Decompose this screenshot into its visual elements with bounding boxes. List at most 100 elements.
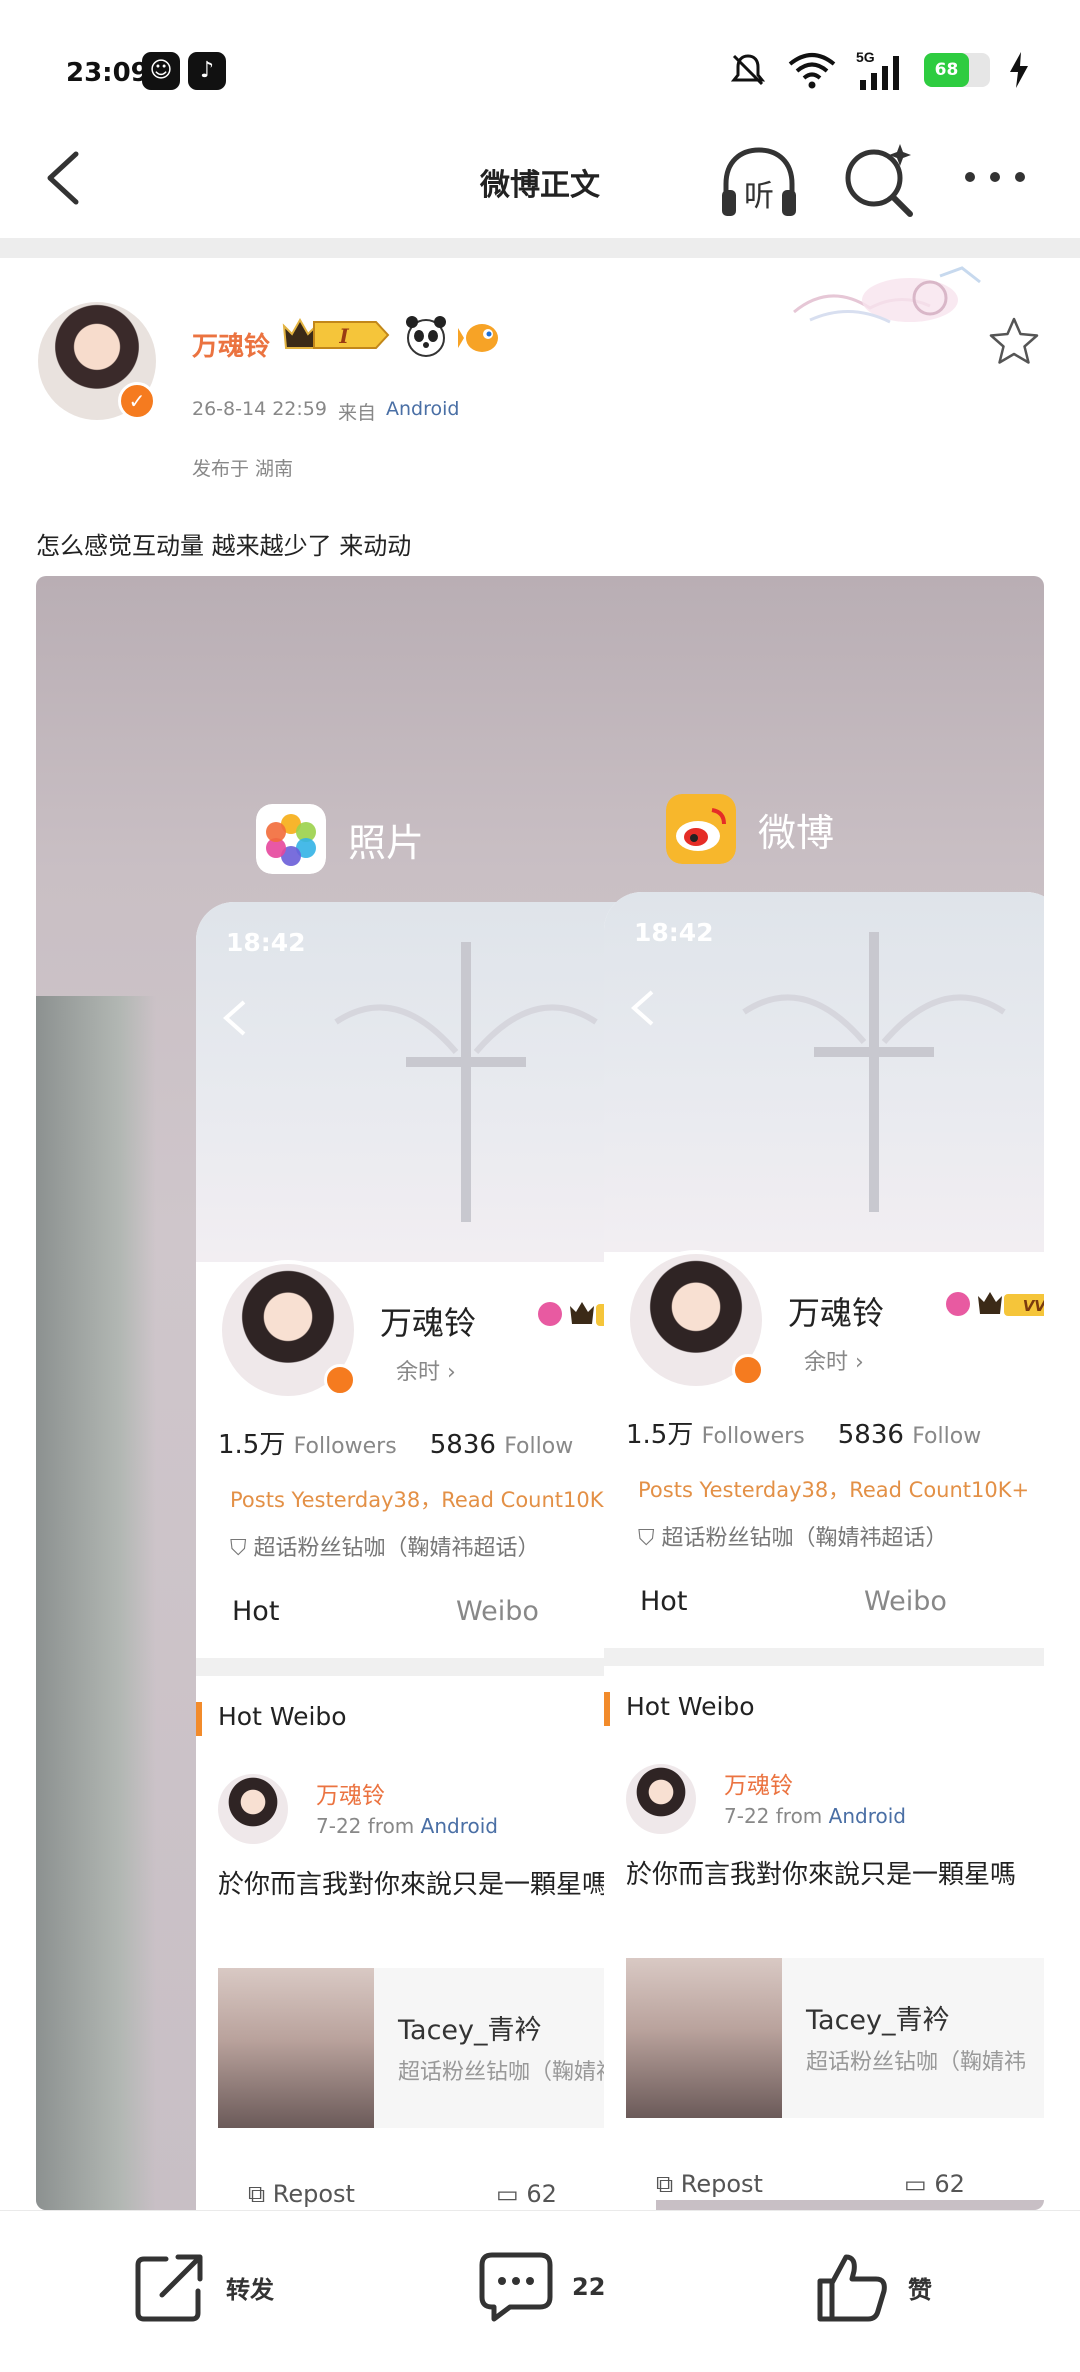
card-hot-weibo-title: Hot Weibo (626, 1692, 755, 1721)
card-follow-stats: 1.5万 Followers 5836 Follow (626, 1414, 981, 1451)
weibo-app-name: 微博 (758, 810, 835, 855)
cross-cover-art-icon (742, 932, 1006, 1212)
card-profile-name: 万魂铃 (380, 1304, 477, 1342)
post-source-link[interactable]: Android (386, 398, 459, 420)
panda-badge-icon (406, 316, 446, 357)
weibo-app-label: 微博 (666, 794, 834, 864)
tiktok-icon: ♪ (188, 52, 226, 90)
card-repost-box: Tacey_青衿 超话粉丝钻咖（鞠婧祎 (626, 1958, 1044, 2118)
follow-label: Follow (504, 1434, 574, 1459)
card-back-icon (222, 1000, 246, 1036)
post-location: 发布于 湖南 (192, 458, 294, 480)
card-profile-subtext: 余时 › (396, 1360, 456, 1385)
like-label: 赞 (908, 2275, 932, 2304)
fan-club-text: 超话粉丝钻咖（鞠婧祎超话） (253, 1536, 540, 1561)
card-repost-name: Tacey_青衿 (398, 2015, 542, 2046)
favorite-star-button[interactable] (986, 314, 1042, 370)
feed-source: Android (420, 1814, 498, 1838)
follow-count: 5836 (429, 1430, 496, 1460)
card-fan-club: ⛉ 超话粉丝钻咖（鞠婧祎超话） (638, 1526, 948, 1551)
fan-club-text: 超话粉丝钻咖（鞠婧祎超话） (661, 1526, 948, 1551)
card-repost-label: Repost (680, 2170, 763, 2198)
post-source-label: 来自 (338, 402, 377, 424)
photos-app-label: 照片 (256, 804, 424, 874)
card-comment-action: ▭ 62 (904, 2170, 965, 2198)
weibo-app-icon (666, 794, 736, 864)
card-feed-text: 於你而言我對你來說只是一顆星嗎 (626, 1860, 1017, 1890)
app-card-weibo[interactable]: 18:42 万魂铃 VVIP I 余时 › 1.5万 Followers 583… (604, 892, 1044, 2200)
hot-accent-bar (604, 1692, 610, 1726)
more-options-button[interactable] (960, 162, 1030, 192)
card-status-time: 18:42 (634, 918, 714, 947)
post-image[interactable]: 照片 微博 18:42 万魂铃 VVIP I 余时 › (36, 576, 1044, 2210)
hot-accent-bar (196, 1702, 202, 1736)
vip-level: I (338, 324, 349, 348)
followers-label: Followers (701, 1424, 805, 1449)
mute-bell-icon (730, 54, 766, 86)
repost-label: 转发 (226, 2275, 274, 2304)
comment-button[interactable]: 22 (478, 2247, 605, 2327)
followers-count: 1.5万 (626, 1420, 694, 1450)
thumbs-up-icon (817, 2254, 887, 2322)
photos-app-icon (256, 804, 326, 874)
card-comment-action: ▭ 62 (496, 2180, 557, 2208)
page-title: 微博正文 (480, 168, 600, 203)
status-bar: 23:09 ☺ ♪ 5G 68 (0, 0, 1080, 140)
verified-badge-icon: ✓ (118, 382, 156, 420)
signal-5g-icon: 5G (856, 49, 899, 90)
share-icon (135, 2254, 203, 2322)
comment-count: 22 (572, 2273, 606, 2301)
card-feed-name: 万魂铃 (316, 1783, 385, 1809)
card-status-time: 18:42 (226, 928, 306, 957)
vip-crown-badge-icon[interactable]: I (280, 314, 392, 356)
app-card-photos[interactable]: 18:42 万魂铃 VVIP I 余时 › 1.5万 Followers 583… (196, 902, 656, 2210)
card-repost-image (218, 1968, 374, 2128)
feed-source: Android (828, 1804, 906, 1828)
card-repost-name: Tacey_青衿 (806, 2005, 950, 2036)
repost-button[interactable]: 转发 (132, 2247, 274, 2327)
follow-label: Follow (912, 1424, 982, 1449)
post-text: 怎么感觉互动量 越来越少了 来动动 (36, 532, 412, 560)
battery-level: 68 (934, 60, 959, 80)
card-feed-time: 7-22 from Android (316, 1814, 498, 1838)
author-name[interactable]: 万魂铃 (192, 326, 270, 363)
card-repost-sub: 超话粉丝钻咖（鞠婧祎 (806, 2050, 1027, 2075)
card-comment-count: 62 (526, 2180, 557, 2208)
like-button[interactable]: 赞 (814, 2247, 932, 2327)
section-divider (0, 238, 1080, 258)
card-feed-avatar (626, 1764, 696, 1834)
search-button[interactable] (838, 140, 918, 220)
card-repost-action: ⧉ Repost (248, 2180, 355, 2208)
card-repost-label: Repost (272, 2180, 355, 2208)
charging-icon (1010, 52, 1028, 88)
card-repost-action: ⧉ Repost (656, 2170, 763, 2198)
goldfish-badge-icon (458, 324, 498, 352)
card-tab-weibo: Weibo (456, 1596, 539, 1627)
card-verified-badge-icon (732, 1354, 764, 1386)
card-feed-time: 7-22 from Android (724, 1804, 906, 1828)
feed-from: from (367, 1814, 415, 1838)
card-hot-weibo-title: Hot Weibo (218, 1702, 347, 1731)
card-profile-subtext: 余时 › (804, 1350, 864, 1375)
nav-bar: 微博正文 听 (0, 120, 1080, 236)
card-tab-hot: Hot (640, 1586, 688, 1617)
card-fan-club: ⛉ 超话粉丝钻咖（鞠婧祎超话） (230, 1536, 540, 1561)
card-feed-name: 万魂铃 (724, 1773, 793, 1799)
card-posts-line: Posts Yesterday38，Read Count10K (230, 1488, 604, 1512)
card-vvip-badge-icon: VVIP I (946, 1292, 1044, 1316)
status-icons: 5G 68 (728, 48, 1030, 92)
network-label: 5G (856, 49, 875, 65)
cross-cover-art-icon (334, 942, 598, 1222)
card-repost-sub: 超话粉丝钻咖（鞠婧祎 (398, 2060, 619, 2085)
card-back-icon (630, 990, 654, 1026)
card-feed-avatar (218, 1774, 288, 1844)
follow-count: 5836 (837, 1420, 904, 1450)
notification-app-icon: ☺ (142, 52, 180, 90)
card-tab-weibo: Weibo (864, 1586, 947, 1617)
battery-indicator: 68 (924, 53, 990, 87)
post-time: 26-8-14 22:59 (192, 398, 327, 420)
card-repost-image (626, 1958, 782, 2118)
feed-date: 7-22 (316, 1814, 362, 1838)
listen-headphones-button[interactable]: 听 (716, 140, 802, 226)
card-comment-count: 62 (934, 2170, 965, 2198)
